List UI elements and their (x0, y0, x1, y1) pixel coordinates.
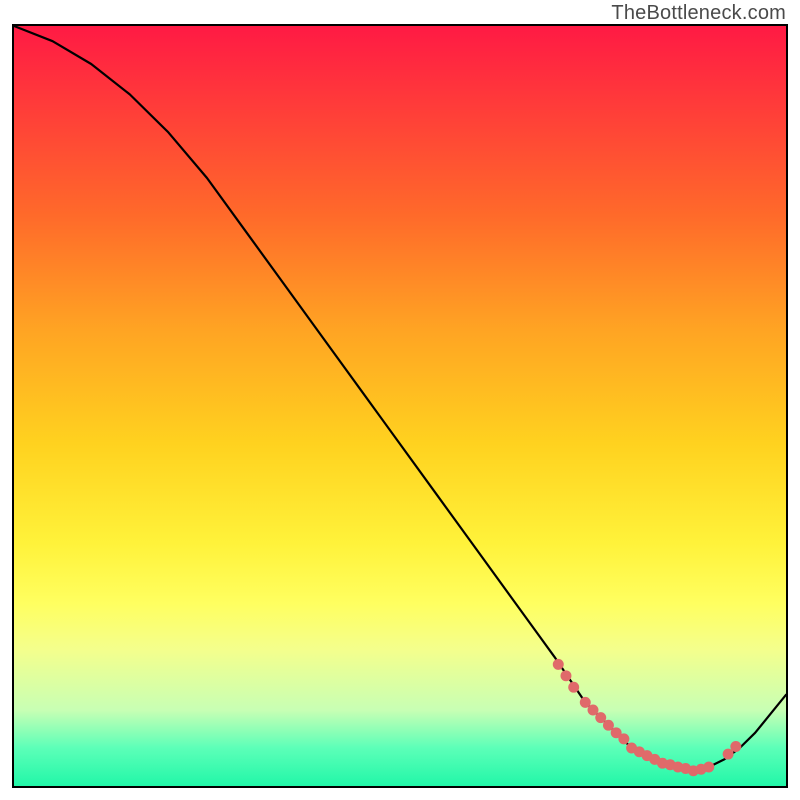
highlight-dot (553, 659, 564, 670)
chart-svg (14, 26, 786, 786)
attribution-label: TheBottleneck.com (611, 2, 786, 25)
highlight-dot (730, 741, 741, 752)
highlight-dot (561, 670, 572, 681)
chart-frame: TheBottleneck.com (0, 0, 800, 800)
highlight-dots (553, 659, 742, 776)
bottleneck-curve-line (14, 26, 786, 771)
highlight-dot (568, 682, 579, 693)
highlight-dot (703, 762, 714, 773)
highlight-dot (618, 733, 629, 744)
plot-area (12, 24, 788, 788)
